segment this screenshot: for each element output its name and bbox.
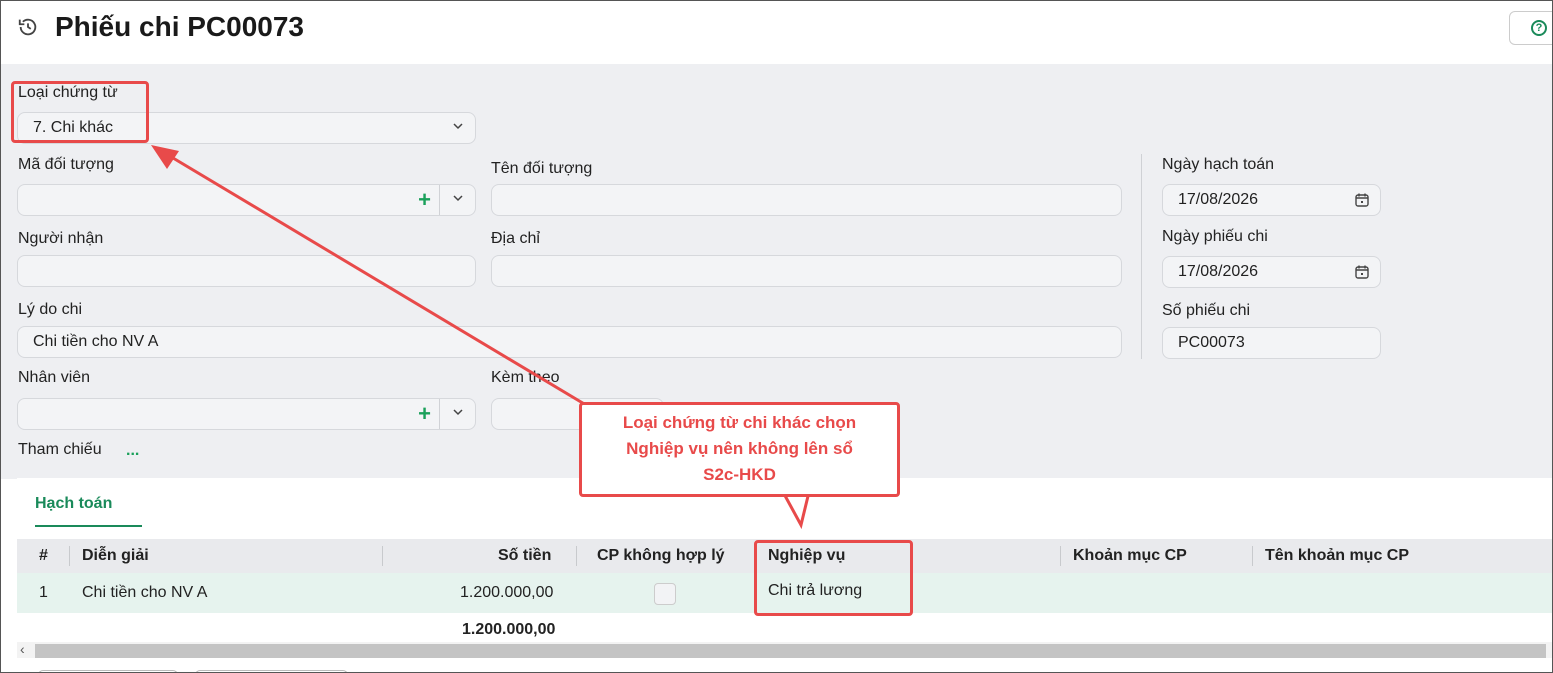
column-separator [382, 546, 383, 566]
col-index[interactable]: # [39, 547, 48, 565]
scroll-left-icon[interactable]: ‹ [20, 641, 25, 657]
page-header: Phiếu chi PC00073 ? [1, 1, 1552, 64]
ma-doi-tuong-field[interactable]: + [17, 184, 476, 216]
add-icon[interactable]: + [418, 401, 431, 427]
page-title: Phiếu chi PC00073 [55, 11, 305, 42]
calendar-icon[interactable] [1354, 264, 1370, 280]
history-icon[interactable] [17, 16, 39, 38]
chevron-down-icon[interactable] [453, 193, 463, 203]
annotation-line: Loại chứng từ chi khác chọn [622, 413, 857, 432]
total-so-tien: 1.200.000,00 [462, 621, 556, 638]
help-button[interactable]: ? [1509, 11, 1552, 45]
kem-theo-label: Kèm theo [491, 369, 560, 386]
tab-active-indicator [35, 525, 142, 527]
tab-hach-toan[interactable]: Hạch toán [35, 495, 112, 513]
column-separator [576, 546, 577, 566]
ten-doi-tuong-label: Tên đối tượng [491, 160, 593, 177]
nhan-vien-field[interactable]: + [17, 398, 476, 430]
scrollbar-thumb[interactable] [35, 644, 1546, 658]
column-divider [1141, 154, 1142, 359]
ngay-phieu-chi-label: Ngày phiếu chi [1162, 228, 1268, 245]
highlight-nghiep-vu [754, 540, 913, 616]
dia-chi-label: Địa chỉ [491, 230, 540, 247]
annotation-line: Nghiệp vụ nên không lên sổ [626, 439, 853, 458]
ten-doi-tuong-field[interactable] [491, 184, 1122, 216]
chevron-down-icon[interactable] [453, 407, 463, 417]
tham-chieu-link[interactable]: ... [126, 442, 139, 460]
tham-chieu-label: Tham chiếu [18, 441, 102, 458]
so-phieu-chi-field[interactable]: PC00073 [1162, 327, 1381, 359]
divider [439, 185, 440, 215]
highlight-loai-chung-tu [11, 81, 149, 143]
col-khoan-muc-cp[interactable]: Khoản mục CP [1073, 547, 1187, 565]
so-phieu-chi-label: Số phiếu chi [1162, 302, 1251, 319]
ly-do-chi-label: Lý do chi [18, 301, 83, 318]
nhan-vien-label: Nhân viên [18, 369, 91, 386]
ly-do-chi-field[interactable]: Chi tiền cho NV A [17, 326, 1122, 358]
row-dien-giai[interactable]: Chi tiền cho NV A [82, 584, 207, 602]
col-so-tien[interactable]: Số tiền [498, 547, 551, 565]
help-icon: ? [1531, 20, 1547, 36]
ngay-phieu-chi-field[interactable]: 17/08/2026 [1162, 256, 1381, 288]
chevron-down-icon [453, 123, 463, 130]
col-ten-khoan-muc-cp[interactable]: Tên khoản mục CP [1265, 547, 1409, 565]
nguoi-nhan-field[interactable] [17, 255, 476, 287]
row-index: 1 [39, 584, 48, 601]
ma-doi-tuong-label: Mã đối tượng [18, 156, 114, 173]
column-separator [1252, 546, 1253, 566]
column-separator [1060, 546, 1061, 566]
ngay-phieu-chi-value: 17/08/2026 [1178, 263, 1259, 280]
ngay-hach-toan-field[interactable]: 17/08/2026 [1162, 184, 1381, 216]
annotation-line: S2c-HKD [703, 465, 776, 484]
row-so-tien[interactable]: 1.200.000,00 [460, 584, 553, 602]
col-cp-khong-hop-ly[interactable]: CP không hợp lý [597, 547, 725, 565]
ngay-hach-toan-label: Ngày hạch toán [1162, 156, 1275, 173]
dia-chi-field[interactable] [491, 255, 1122, 287]
add-icon[interactable]: + [418, 187, 431, 213]
annotation-callout: Loại chứng từ chi khác chọn Nghiệp vụ nê… [579, 402, 900, 497]
cp-khong-hop-ly-checkbox[interactable] [654, 583, 676, 605]
column-separator [69, 546, 70, 566]
app-window: Phiếu chi PC00073 ? Loại chứng từ 7. Chi… [0, 0, 1553, 673]
divider [439, 399, 440, 429]
col-dien-giai[interactable]: Diễn giải [82, 547, 149, 565]
nguoi-nhan-label: Người nhận [18, 230, 104, 247]
calendar-icon[interactable] [1354, 192, 1370, 208]
ngay-hach-toan-value: 17/08/2026 [1178, 191, 1259, 208]
